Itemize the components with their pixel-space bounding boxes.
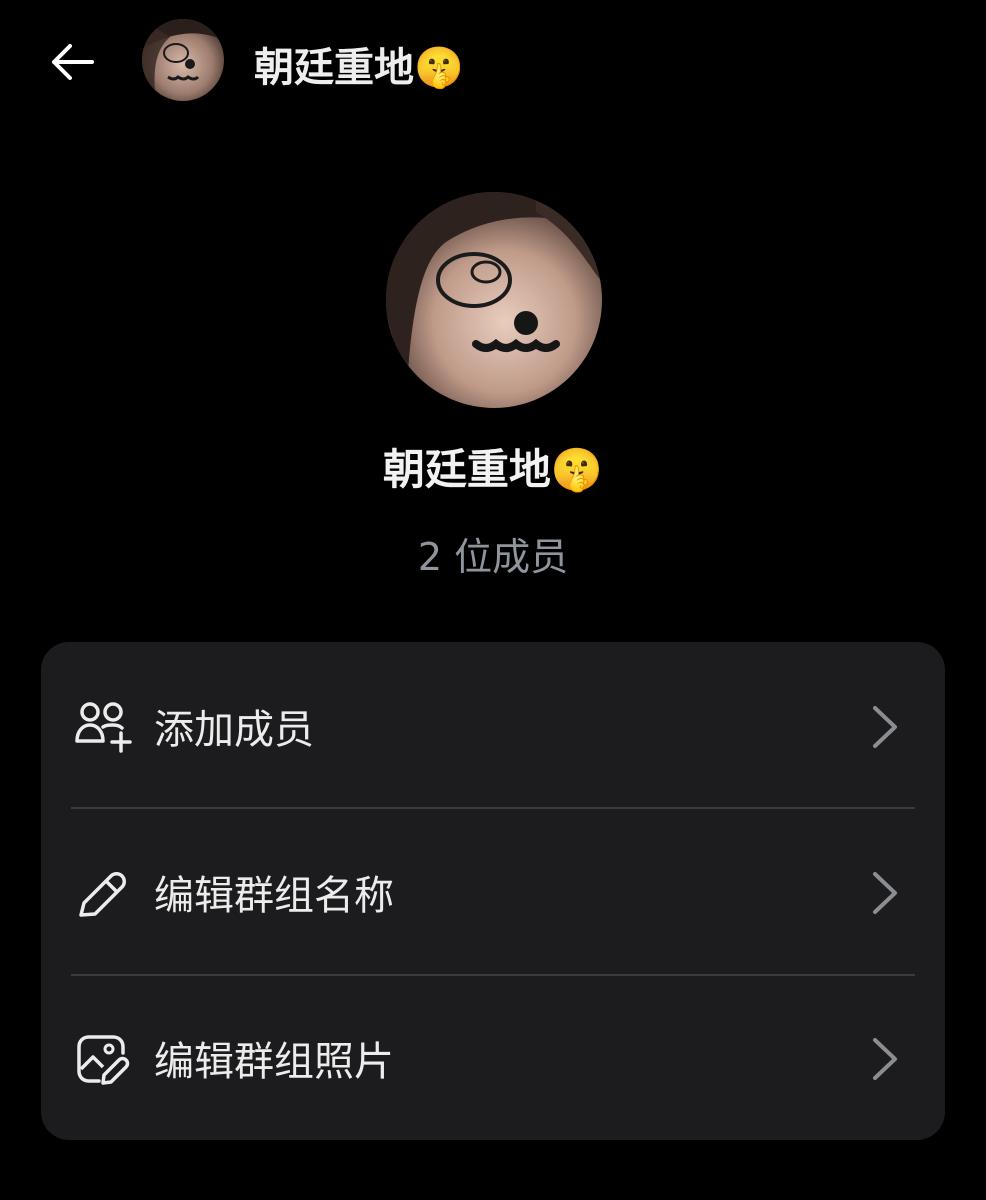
option-label: 编辑群组照片 bbox=[154, 1039, 394, 1085]
edit-group-name-row[interactable]: 编辑群组名称 bbox=[41, 808, 945, 974]
chevron-right-icon bbox=[873, 706, 897, 748]
add-members-row[interactable]: 添加成员 bbox=[41, 642, 945, 808]
top-bar: 朝廷重地🤫 bbox=[0, 0, 986, 128]
member-count: 2 位成员 bbox=[417, 535, 569, 579]
edit-photo-icon bbox=[77, 1035, 130, 1085]
header-title: 朝廷重地🤫 bbox=[254, 45, 464, 91]
group-options-card: 添加成员 编辑群组名称 编辑群组照片 bbox=[41, 642, 945, 1140]
option-label: 添加成员 bbox=[154, 707, 314, 753]
add-people-icon bbox=[75, 702, 132, 753]
chevron-right-icon bbox=[873, 872, 897, 914]
chevron-right-icon bbox=[873, 1038, 897, 1080]
back-button[interactable] bbox=[40, 32, 104, 92]
back-arrow-icon bbox=[52, 44, 94, 80]
avatar-image bbox=[142, 19, 224, 101]
group-name: 朝廷重地🤫 bbox=[382, 445, 604, 494]
edit-group-photo-row[interactable]: 编辑群组照片 bbox=[41, 974, 945, 1140]
group-avatar-small[interactable] bbox=[142, 19, 224, 101]
avatar-image bbox=[386, 192, 602, 408]
pencil-icon bbox=[79, 872, 126, 917]
option-label: 编辑群组名称 bbox=[154, 873, 394, 919]
group-avatar-large[interactable] bbox=[386, 192, 602, 408]
